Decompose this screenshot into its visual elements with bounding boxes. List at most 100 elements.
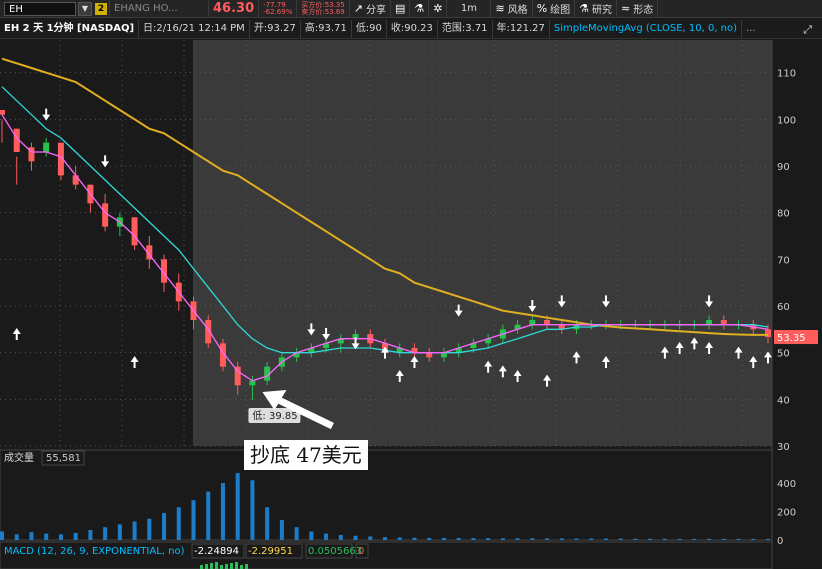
more-studies-button[interactable]: ... — [742, 20, 760, 38]
volume-bar — [324, 533, 329, 540]
toolbar-button-label: 研究 — [592, 5, 613, 16]
volume-bar — [427, 537, 432, 540]
chart-title: EH 2 天 1分钟 [NASDAQ] — [0, 19, 140, 38]
session-shading — [193, 40, 772, 446]
toolbar-button-1m[interactable]: 1m — [447, 0, 492, 18]
volume-title: 成交量 — [4, 451, 34, 464]
candle-body — [440, 352, 447, 358]
chart-info-bar: EH 2 天 1分钟 [NASDAQ] 日:2/16/21 12:14 PM 开… — [0, 19, 822, 39]
volume-bar — [29, 532, 34, 540]
candle-body — [544, 320, 551, 325]
volume-bar — [132, 521, 137, 540]
low-label: 低: 39.85 — [252, 409, 297, 422]
volume-bar — [589, 538, 594, 540]
pct-change: -62.69% — [263, 7, 293, 16]
last-price-tag-label: 53.35 — [777, 333, 806, 344]
study-icon: ⚗ — [579, 2, 590, 15]
gear-icon: ✲ — [433, 2, 443, 15]
symbol-cell: EH ▼ 2 — [0, 0, 110, 18]
price-tick-label: 110 — [777, 69, 796, 80]
candle-body — [131, 217, 138, 246]
volume-bar — [103, 527, 108, 540]
bar-date: 日:2/16/21 12:14 PM — [139, 19, 250, 38]
price-tick-label: 40 — [777, 395, 790, 406]
volume-bar — [250, 480, 255, 540]
volume-bar — [147, 518, 152, 540]
volume-bar — [0, 531, 4, 540]
toolbar-button-风格[interactable]: ≋ 风格 — [491, 0, 533, 18]
volume-bar — [309, 531, 314, 540]
macd-histogram-bar — [215, 562, 218, 569]
candle-body — [43, 142, 50, 152]
price-tick-label: 80 — [777, 209, 790, 220]
volume-bar — [368, 536, 373, 540]
company-name: EHANG HO... — [114, 3, 178, 14]
chart-area[interactable]: 110 100 90 80 70 60 50 40 30 低: 39.85 53.35 成交量 55,5… — [0, 40, 822, 569]
toolbar-button-label: 绘图 — [550, 5, 571, 16]
candle-body — [102, 203, 109, 227]
toolbar-button-gear[interactable]: ✲ — [429, 0, 448, 18]
expand-chart-icon[interactable]: ⤢ — [799, 21, 816, 39]
toolbar-button-flask[interactable]: ⚗ — [410, 0, 430, 18]
volume-bar — [412, 537, 417, 540]
toolbar-button-绘图[interactable]: % 绘图 — [533, 0, 576, 18]
chevron-down-icon: ▼ — [81, 4, 89, 13]
macd-value: 0.0505663 — [308, 546, 362, 557]
volume-bar — [279, 520, 284, 540]
toolbar-button-分享[interactable]: ↗ 分享 — [350, 0, 391, 18]
macd-histogram-bar — [240, 565, 243, 569]
candle-body — [0, 110, 5, 115]
volume-bar — [162, 512, 167, 540]
company-cell: EHANG HO... — [110, 0, 209, 18]
pattern-icon: ≈ — [621, 2, 631, 15]
volume-bar — [486, 538, 491, 540]
study-label[interactable]: SimpleMovingAvg (CLOSE, 10, 0, no) — [550, 19, 743, 38]
macd-value: 0 — [358, 546, 364, 557]
price-tick-label: 70 — [777, 255, 790, 266]
bar-close: 收:90.23 — [387, 19, 438, 38]
volume-bar — [397, 537, 402, 540]
toolbar-button-形态[interactable]: ≈ 形态 — [617, 0, 659, 18]
symbol-dropdown-button[interactable]: ▼ — [78, 1, 92, 16]
volume-pane — [0, 449, 773, 541]
volume-bar — [14, 534, 19, 540]
price-tick-label: 100 — [777, 115, 796, 126]
volume-bar — [294, 527, 299, 540]
volume-bar — [633, 538, 638, 540]
volume-bar — [176, 507, 181, 540]
flask-icon: ⚗ — [414, 2, 425, 15]
candle-body — [529, 320, 536, 325]
volume-bar — [692, 538, 697, 540]
macd-histogram-bar — [210, 563, 213, 569]
volume-bar — [559, 538, 564, 540]
toolbar-button-研究[interactable]: ⚗ 研究 — [575, 0, 618, 18]
bidask-cell: 买方价:53.35 卖方价:53.69 — [297, 0, 350, 18]
bar-year: 年:121.27 — [493, 19, 550, 38]
bar-low: 低:90 — [352, 19, 387, 38]
volume-bar — [88, 530, 93, 540]
draw-icon: % — [536, 2, 548, 15]
change-cell: -77.79 -62.69% — [259, 0, 298, 18]
volume-bar — [618, 538, 623, 540]
price-tick-label: 30 — [777, 442, 790, 453]
macd-histogram-bar — [200, 565, 203, 569]
volume-bar — [736, 538, 741, 540]
toolbar-button-notebook[interactable]: ▤ — [391, 0, 411, 18]
volume-bar — [574, 538, 579, 540]
volume-bar — [545, 538, 550, 540]
volume-bar — [662, 538, 667, 540]
macd-value: -2.24894 — [194, 546, 239, 557]
macd-histogram-bar — [230, 563, 233, 569]
volume-bar — [471, 538, 476, 540]
macd-histogram-bar — [205, 564, 208, 569]
volume-bar — [73, 532, 78, 540]
macd-histogram-bar — [225, 564, 228, 569]
volume-tick-label: 0 — [777, 536, 783, 547]
bar-range: 范围:3.71 — [438, 19, 493, 38]
symbol-input[interactable]: EH — [4, 1, 76, 16]
volume-bar — [456, 538, 461, 540]
volume-bar — [677, 538, 682, 540]
volume-bar — [44, 533, 49, 540]
link-group-badge[interactable]: 2 — [95, 2, 107, 15]
volume-tick-label: 200 — [777, 508, 796, 519]
